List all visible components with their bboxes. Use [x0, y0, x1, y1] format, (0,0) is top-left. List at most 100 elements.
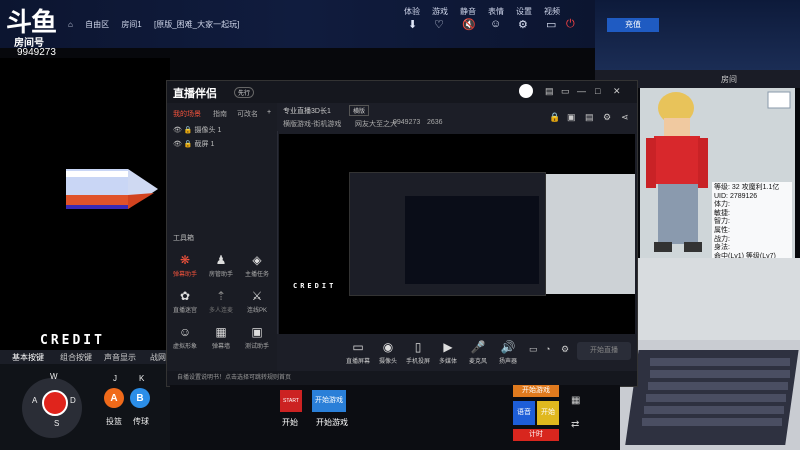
- lock-icon[interactable]: 🔒: [549, 112, 560, 123]
- recharge-button[interactable]: 充值: [607, 18, 659, 32]
- tool-danmu-helper[interactable]: 弹幕助手: [167, 269, 203, 278]
- joystick-knob[interactable]: [42, 390, 68, 416]
- microphone-icon[interactable]: 🎤: [463, 340, 493, 354]
- pin-icon[interactable]: ⬇: [408, 18, 417, 31]
- tool-screen[interactable]: 直播屏幕: [343, 356, 373, 365]
- test-icon[interactable]: ▣: [239, 325, 275, 339]
- notice-text[interactable]: 自播设置说明书！点击选择可跳转规则首页: [167, 375, 291, 381]
- tool-tasks[interactable]: 主播任务: [239, 269, 275, 278]
- phone-cast-icon[interactable]: ▯: [403, 340, 433, 354]
- right-start-game-button[interactable]: 开始游戏: [513, 385, 559, 397]
- tool-danmu-wall[interactable]: 弹幕墙: [203, 341, 239, 350]
- go-live-button[interactable]: 开始直播: [577, 342, 631, 360]
- tab-combo-keys[interactable]: 组合按键: [60, 352, 92, 363]
- tool-phone-cast[interactable]: 手机投屏: [403, 356, 433, 365]
- camera-icon[interactable]: ◉: [373, 340, 403, 354]
- danmu-helper-icon[interactable]: ❋: [167, 253, 203, 267]
- crumb-title: [原版_困难_大家一起玩]: [154, 20, 240, 29]
- grid-icon[interactable]: ▦: [571, 395, 580, 406]
- avatar[interactable]: [519, 84, 533, 98]
- tool-speaker[interactable]: 扬声器: [493, 356, 523, 365]
- gift-icon[interactable]: ▣: [567, 112, 576, 123]
- crumb-zone[interactable]: 自由区: [85, 20, 109, 29]
- nested-preview: [405, 196, 539, 284]
- mic-link-icon[interactable]: ⇡: [203, 289, 239, 303]
- chat-icon[interactable]: ▭: [561, 86, 570, 97]
- menu-emoji[interactable]: 表情: [488, 6, 504, 17]
- live-preview[interactable]: CREDIT: [279, 134, 635, 334]
- menu-mute[interactable]: 静音: [460, 6, 476, 17]
- heat-count: 2636: [427, 119, 443, 126]
- tool-room-admin[interactable]: 房管助手: [203, 269, 239, 278]
- maximize-icon[interactable]: □: [595, 86, 600, 96]
- version-badge: 先行: [234, 87, 255, 98]
- tool-maze[interactable]: 直播迷宫: [167, 305, 203, 314]
- tool-mic-link[interactable]: 多人连麦: [203, 305, 239, 314]
- menu-video[interactable]: 视频: [544, 6, 560, 17]
- start-game-button[interactable]: 开始游戏: [312, 390, 346, 412]
- menu-experience[interactable]: 体验: [404, 6, 420, 17]
- tab-sound-display[interactable]: 声音显示: [104, 352, 136, 363]
- maze-icon[interactable]: ✿: [167, 289, 203, 303]
- tab-guide[interactable]: 指南: [213, 109, 227, 119]
- avatar-tool-icon[interactable]: ☺: [167, 325, 203, 339]
- button-b[interactable]: B: [130, 388, 150, 408]
- tool-virtual-avatar[interactable]: 虚拟形象: [167, 341, 203, 350]
- crumb-room[interactable]: 房间1: [121, 20, 141, 29]
- close-icon[interactable]: ✕: [613, 86, 621, 97]
- minimize-icon[interactable]: —: [577, 86, 586, 96]
- chart-icon[interactable]: ▤: [585, 112, 594, 123]
- menu-icon[interactable]: ▤: [545, 86, 554, 97]
- stream-title[interactable]: 横版游戏-街机游戏: [283, 119, 341, 129]
- settings-gear-icon[interactable]: ⚙: [561, 344, 569, 355]
- shuffle-icon[interactable]: ⇄: [571, 419, 579, 430]
- menu-settings[interactable]: 设置: [516, 6, 532, 17]
- key-d: D: [70, 396, 76, 405]
- tool-pk[interactable]: 连线PK: [239, 305, 275, 314]
- source-camera[interactable]: 👁 🔒 摄像头 1: [173, 125, 221, 135]
- stream-tag[interactable]: 横版: [349, 105, 370, 116]
- preview-credit: CREDIT: [293, 282, 337, 290]
- tool-microphone[interactable]: 麦克风: [463, 356, 493, 365]
- button-a[interactable]: A: [104, 388, 124, 408]
- toolbox-label: 工具箱: [173, 235, 194, 242]
- speaker-icon[interactable]: 🔊: [493, 340, 523, 354]
- menu-game[interactable]: 游戏: [432, 6, 448, 17]
- stat-line: 身法:: [714, 244, 730, 252]
- source-screen[interactable]: 👁 🔒 截屏 1: [173, 139, 214, 149]
- smile-icon[interactable]: ☺: [490, 18, 501, 30]
- share-icon[interactable]: ⋖: [621, 112, 629, 123]
- gear-icon[interactable]: ⚙: [518, 18, 528, 31]
- speaker-mute-icon[interactable]: 🔇: [462, 18, 476, 31]
- crumb-home-icon[interactable]: ⌂: [68, 20, 73, 29]
- power-icon[interactable]: ⏻: [566, 18, 575, 31]
- gear-small-icon[interactable]: ⚙: [603, 112, 611, 123]
- tool-test[interactable]: 测试助手: [239, 341, 275, 350]
- start-icon[interactable]: START: [280, 390, 302, 412]
- tool-media[interactable]: 多媒体: [433, 356, 463, 365]
- tab-rename[interactable]: 可改名: [237, 109, 258, 119]
- danmu-wall-icon[interactable]: ▦: [203, 325, 239, 339]
- media-icon[interactable]: ▶: [433, 340, 463, 354]
- record-icon[interactable]: ▭: [529, 344, 538, 355]
- stat-line: UID: 2789126: [714, 192, 758, 200]
- room-number: 9949273: [17, 47, 56, 58]
- tab-battle[interactable]: 战网: [150, 352, 166, 363]
- game-screen[interactable]: CREDIT: [0, 58, 170, 353]
- timer-icon[interactable]: ◔: [545, 344, 550, 354]
- room-admin-icon[interactable]: ♟: [203, 253, 239, 267]
- tab-my-scenes[interactable]: 我的场景: [173, 109, 201, 119]
- heart-plus-icon[interactable]: ♡: [434, 18, 444, 31]
- tab-basic-keys[interactable]: 基本按键: [12, 352, 44, 363]
- pk-icon[interactable]: ⚔: [239, 289, 275, 303]
- stream-mode[interactable]: 专业直播3D长1: [283, 106, 331, 116]
- begin-button[interactable]: 开始: [537, 401, 559, 425]
- voice-button[interactable]: 语音: [513, 401, 535, 425]
- task-icon[interactable]: ◈: [239, 253, 275, 267]
- video-icon[interactable]: ▭: [546, 18, 556, 31]
- timer-button[interactable]: 计时: [513, 429, 559, 441]
- add-scene-icon[interactable]: +: [267, 109, 271, 116]
- screen-icon[interactable]: ▭: [343, 340, 373, 354]
- room-tab[interactable]: 房间: [721, 74, 737, 85]
- tool-camera[interactable]: 摄像头: [373, 356, 403, 365]
